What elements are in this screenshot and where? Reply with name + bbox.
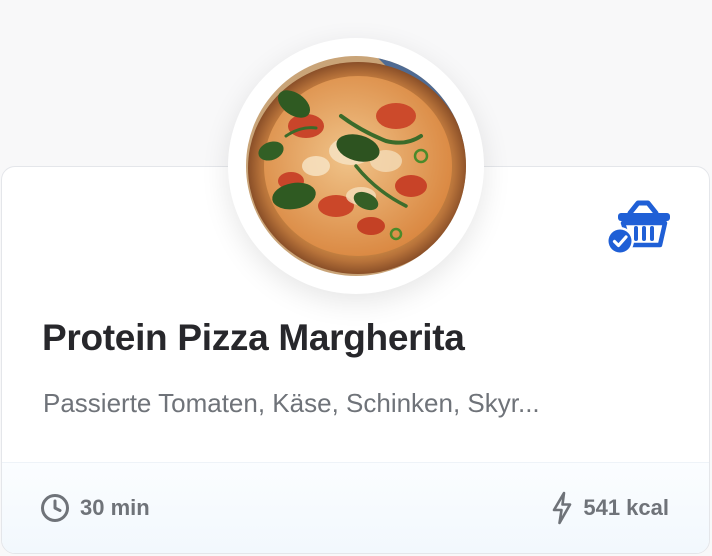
basket-check-icon[interactable] (602, 197, 674, 257)
clock-icon (40, 493, 70, 523)
recipe-image[interactable] (246, 56, 466, 276)
recipe-title: Protein Pizza Margherita (42, 317, 465, 358)
cooking-time: 30 min (40, 463, 150, 553)
recipe-footer: 30 min 541 kcal (2, 462, 709, 553)
cooking-time-value: 30 min (80, 495, 150, 520)
recipe-ingredients: Passierte Tomaten, Käse, Schinken, Skyr.… (43, 388, 540, 418)
recipe-image-frame (228, 38, 484, 294)
bolt-icon (551, 491, 573, 525)
calories: 541 kcal (551, 463, 669, 553)
pizza-illustration (246, 56, 466, 276)
calories-value: 541 kcal (583, 495, 669, 520)
recipe-card-stage: Protein Pizza Margherita Passierte Tomat… (0, 0, 712, 556)
